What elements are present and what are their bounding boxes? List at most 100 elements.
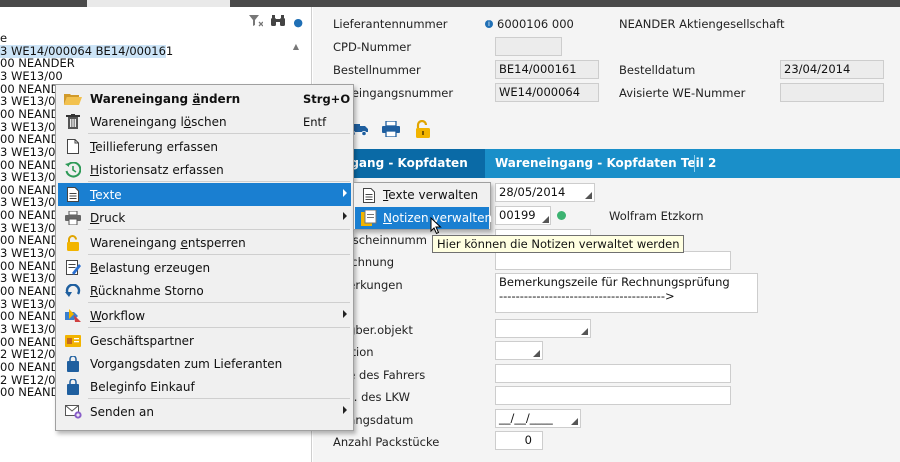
bestellnummer-field[interactable]: BE14/000161 <box>495 60 599 79</box>
cpd-field[interactable] <box>495 37 562 56</box>
tab-bar: neingang - Kopfdaten Wareneingang - Kopf… <box>313 149 900 178</box>
printer-icon <box>58 206 88 229</box>
tooltip: Hier können die Notizen verwaltet werden <box>432 235 685 253</box>
context-menu: Wareneingang ändern Strg+O Wareneingang … <box>55 84 354 431</box>
submenu-arrow-icon <box>343 310 347 318</box>
texte-submenu: Texte verwalten Notizen verwalten <box>353 182 492 230</box>
lieferantennummer-label: Lieferantennummer <box>333 17 448 31</box>
business-card-icon <box>58 329 88 352</box>
unlock-icon <box>58 231 88 254</box>
edit-document-icon <box>58 256 88 279</box>
menu-separator <box>88 327 350 328</box>
menu-item-label: Rücknahme Storno <box>90 283 204 298</box>
menu-item-label: Texte <box>90 187 122 202</box>
submenu-item-texte-verwalten[interactable]: Texte verwalten <box>355 184 489 206</box>
menu-item-label: Teillieferung erfassen <box>90 139 218 154</box>
text-document-icon <box>58 183 88 206</box>
text-document-icon <box>355 184 383 206</box>
menu-item-vorgangsdaten[interactable]: Vorgangsdaten zum Lieferanten <box>58 352 351 375</box>
menu-item-beleginfo-einkauf[interactable]: Beleginfo Einkauf <box>58 375 351 398</box>
packstuecke-label: Anzahl Packstücke <box>333 435 440 449</box>
shopping-bag-icon <box>58 352 88 375</box>
scroll-up-icon[interactable]: ▲ <box>293 42 299 51</box>
tree-toolbar: ● <box>249 15 303 30</box>
bestelldatum-field[interactable]: 23/04/2014 <box>780 60 884 79</box>
eingangsdatum-field[interactable]: __/__/____ <box>495 409 581 428</box>
binoculars-icon[interactable] <box>271 15 286 30</box>
menu-item-label: Wareneingang ändern <box>90 91 241 106</box>
menu-item-label: Druck <box>90 210 126 225</box>
document-icon <box>58 135 88 158</box>
submenu-arrow-icon <box>343 212 347 220</box>
menu-separator <box>88 229 350 230</box>
menu-item-shortcut: Entf <box>303 114 327 129</box>
menu-item-wareneingang-aendern[interactable]: Wareneingang ändern Strg+O <box>58 87 351 110</box>
menu-separator <box>88 181 350 182</box>
menu-separator <box>88 302 350 303</box>
mouse-cursor-icon <box>430 217 442 235</box>
form-toolbar <box>349 120 433 138</box>
menu-separator <box>88 133 350 134</box>
menu-item-label: Vorgangsdaten zum Lieferanten <box>90 356 283 371</box>
menu-item-druck[interactable]: Druck <box>58 206 351 229</box>
menu-item-belastung-erzeugen[interactable]: Belastung erzeugen <box>58 256 351 279</box>
tab-kopfdaten-teil-2[interactable]: Wareneingang - Kopfdaten Teil 2 <box>487 149 724 178</box>
unlock-icon[interactable] <box>413 120 433 138</box>
send-mail-icon <box>58 400 88 423</box>
submenu-item-label: Texte verwalten <box>383 188 479 202</box>
menu-item-label: Beleginfo Einkauf <box>90 379 195 394</box>
info-icon[interactable]: i <box>485 20 493 28</box>
menu-item-historiensatz-erfassen[interactable]: Historiensatz erfassen <box>58 158 351 181</box>
submenu-item-notizen-verwalten[interactable]: Notizen verwalten <box>355 207 492 229</box>
bestellnummer-label: Bestellnummer <box>333 63 421 77</box>
tree-row[interactable]: 3 WE13/00 <box>0 322 63 336</box>
menu-item-workflow[interactable]: Workflow <box>58 304 351 327</box>
user-code-dropdown[interactable] <box>495 206 551 225</box>
submenu-arrow-icon <box>343 189 347 197</box>
kondition-field[interactable] <box>495 341 543 360</box>
bezeichnung-field[interactable] <box>495 251 731 270</box>
user-status-icon <box>557 211 566 220</box>
history-icon <box>58 158 88 181</box>
menu-item-label: Geschäftspartner <box>90 333 194 348</box>
menu-item-geschaeftspartner[interactable]: Geschäftspartner <box>58 329 351 352</box>
packstuecke-field[interactable]: 0 <box>495 431 543 450</box>
avisierte-field[interactable] <box>780 83 884 102</box>
top-tab[interactable] <box>87 0 230 7</box>
wareneingangsnummer-field[interactable]: WE14/000064 <box>495 83 599 102</box>
avisierte-label: Avisierte WE-Nummer <box>619 86 746 100</box>
status-dot-icon: ● <box>293 15 303 29</box>
user-name: Wolfram Etzkorn <box>609 209 704 223</box>
folder-open-icon <box>58 87 88 110</box>
menu-item-wareneingang-loeschen[interactable]: Wareneingang löschen Entf <box>58 110 351 133</box>
print-icon[interactable] <box>381 120 401 138</box>
trash-icon <box>58 110 88 133</box>
menu-item-texte[interactable]: Texte <box>58 183 351 206</box>
supplier-name: NEANDER Aktiengesellschaft <box>619 17 785 31</box>
submenu-arrow-icon <box>343 406 347 414</box>
tree-row[interactable]: 3 WE13/00 <box>0 145 63 159</box>
tree-row[interactable]: 3 WE13/00 <box>0 69 63 83</box>
bezugsobjekt-field[interactable] <box>495 319 591 338</box>
bemerkungen-field[interactable]: Bemerkungszeile für Rechnungsprüfung ---… <box>495 273 758 313</box>
filter-icon[interactable] <box>249 15 264 30</box>
menu-separator <box>88 254 350 255</box>
menu-item-label: Senden an <box>90 404 154 419</box>
menu-item-label: Historiensatz erfassen <box>90 162 224 177</box>
bestelldatum-label: Bestelldatum <box>619 63 696 77</box>
menu-item-ruecknahme-storno[interactable]: Rücknahme Storno <box>58 279 351 302</box>
lkw-field[interactable] <box>495 386 731 405</box>
menu-item-wareneingang-entsperren[interactable]: Wareneingang entsperren <box>58 231 351 254</box>
menu-item-label: Wareneingang entsperren <box>90 235 246 250</box>
menu-separator <box>88 398 350 399</box>
menu-item-shortcut: Strg+O <box>303 91 351 106</box>
shopping-bag-icon <box>58 375 88 398</box>
lieferantennummer-value[interactable]: 6000106 000 <box>497 17 574 31</box>
fahrer-field[interactable] <box>495 364 731 383</box>
workflow-icon <box>58 304 88 327</box>
menu-item-label: Workflow <box>90 308 146 323</box>
menu-item-teillieferung-erfassen[interactable]: Teillieferung erfassen <box>58 135 351 158</box>
date-field[interactable]: 28/05/2014 <box>495 183 595 202</box>
cpd-label: CPD-Nummer <box>333 40 412 54</box>
menu-item-senden-an[interactable]: Senden an <box>58 400 351 423</box>
